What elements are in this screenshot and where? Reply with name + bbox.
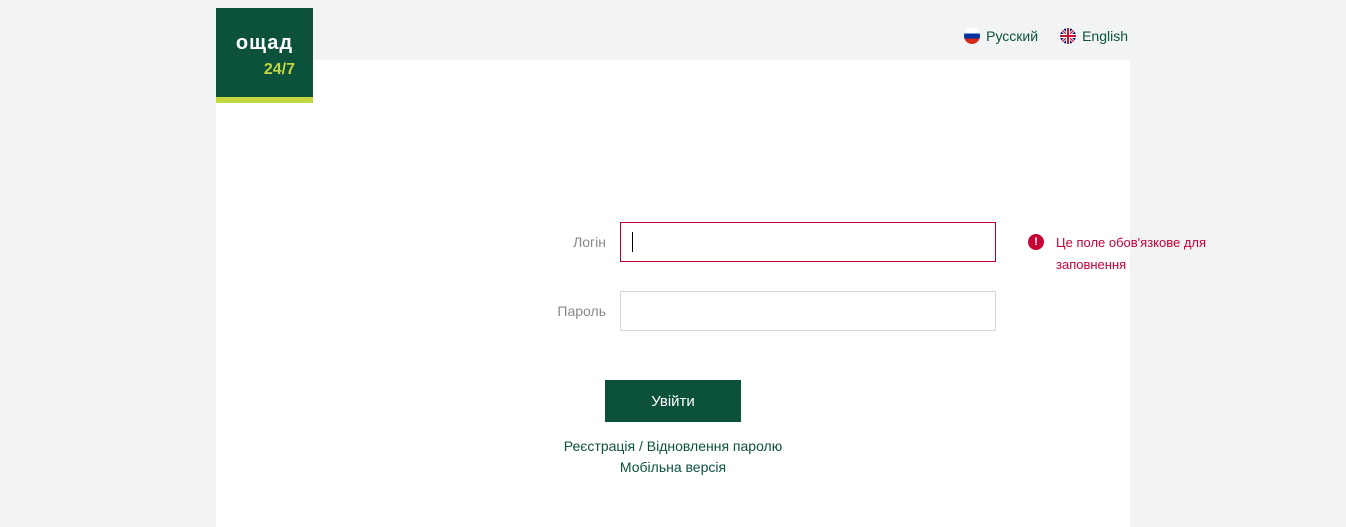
language-switcher: Русский English — [964, 28, 1128, 44]
error-icon: ! — [1028, 234, 1044, 250]
login-input[interactable] — [620, 222, 996, 262]
language-russian-label: Русский — [986, 28, 1038, 44]
caret — [632, 232, 633, 252]
login-label: Логін — [350, 234, 620, 250]
language-english-label: English — [1082, 28, 1128, 44]
language-russian[interactable]: Русский — [964, 28, 1038, 44]
password-row: Пароль — [350, 291, 996, 331]
header: ощад 24/7 Русский English — [0, 0, 1346, 60]
register-link[interactable]: Реєстрація / Відновлення паролю — [564, 438, 782, 454]
flag-russia-icon — [964, 28, 980, 44]
flag-uk-icon — [1060, 28, 1076, 44]
main-panel: Логін ! Це поле обов'язкове для заповнен… — [216, 60, 1130, 527]
logo-brand: ощад — [236, 32, 293, 55]
form-links: Реєстрація / Відновлення паролю Мобільна… — [564, 436, 782, 478]
mobile-version-link[interactable]: Мобільна версія — [620, 459, 726, 475]
login-row: Логін ! Це поле обов'язкове для заповнен… — [350, 222, 996, 262]
language-english[interactable]: English — [1060, 28, 1128, 44]
logo-subtitle: 24/7 — [264, 61, 295, 79]
password-label: Пароль — [350, 303, 620, 319]
error-text: Це поле обов'язкове для заповнення — [1056, 232, 1228, 276]
logo[interactable]: ощад 24/7 — [216, 8, 313, 103]
login-input-wrap — [620, 222, 996, 262]
password-input[interactable] — [620, 291, 996, 331]
submit-button[interactable]: Увійти — [605, 380, 741, 422]
login-error: ! Це поле обов'язкове для заповнення — [1028, 232, 1228, 276]
login-form: Логін ! Це поле обов'язкове для заповнен… — [216, 222, 1130, 478]
